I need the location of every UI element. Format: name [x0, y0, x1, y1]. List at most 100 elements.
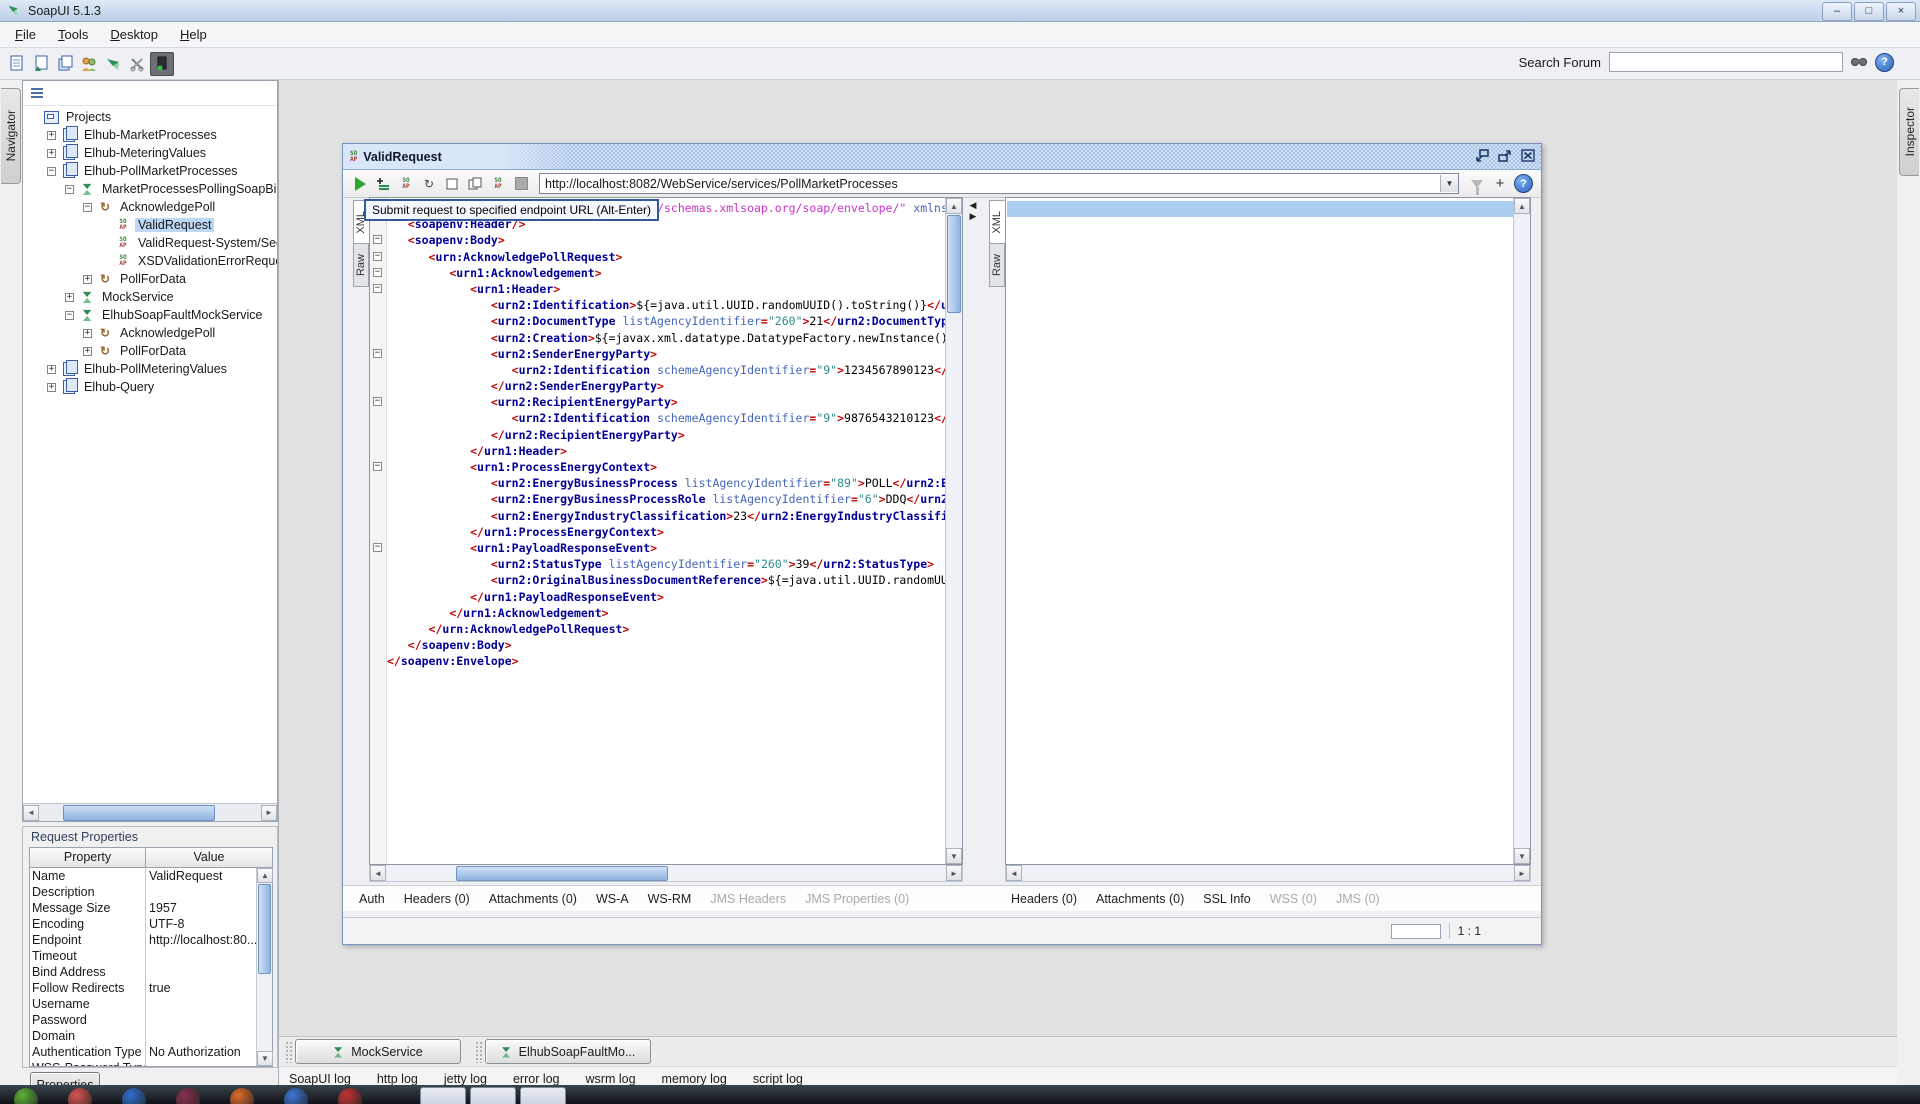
help-icon[interactable]: ?	[1875, 53, 1894, 72]
scroll-down-icon[interactable]: ▼	[946, 848, 962, 864]
taskbar-window-button[interactable]	[520, 1087, 566, 1104]
expand-icon[interactable]: +	[47, 131, 56, 140]
property-row[interactable]: Follow Redirectstrue	[30, 980, 257, 996]
import-project-icon[interactable]	[30, 53, 52, 75]
response-tab-headers-0-[interactable]: Headers (0)	[1011, 892, 1077, 906]
fold-collapse-icon[interactable]: −	[373, 462, 382, 471]
collapse-right-icon[interactable]: ▶	[970, 212, 977, 221]
close-button[interactable]: ×	[1886, 2, 1916, 21]
minimize-button[interactable]: –	[1822, 2, 1852, 21]
response-tab-attachments-0-[interactable]: Attachments (0)	[1096, 892, 1184, 906]
log-tab-wsrm-log[interactable]: wsrm log	[586, 1072, 636, 1086]
property-row[interactable]: Password	[30, 1012, 257, 1028]
property-row[interactable]: Username	[30, 996, 257, 1012]
taskbar-icon[interactable]	[68, 1088, 92, 1104]
tree-item-projects[interactable]: Projects	[23, 108, 277, 126]
response-xml-viewer[interactable]: ▲ ▼	[1005, 197, 1531, 865]
scroll-right-icon[interactable]: ►	[1514, 865, 1530, 881]
endpoint-url-combo[interactable]: http://localhost:8082/WebService/service…	[539, 173, 1459, 194]
expand-icon[interactable]: +	[83, 347, 92, 356]
log-tab-error-log[interactable]: error log	[513, 1072, 560, 1086]
tree-item-pollfordata[interactable]: +↻PollForData	[23, 270, 277, 288]
taskbar-icon[interactable]	[14, 1088, 38, 1104]
minimized-window-button[interactable]: MockService	[295, 1039, 461, 1064]
scroll-left-icon[interactable]: ◄	[23, 805, 39, 821]
search-binoculars-icon[interactable]	[1851, 55, 1867, 70]
inspector-side-tab[interactable]: Inspector	[1899, 88, 1919, 176]
request-help-icon[interactable]: ?	[1514, 174, 1533, 193]
endpoint-url-value[interactable]: http://localhost:8082/WebService/service…	[540, 177, 1440, 191]
tree-item-elhub-pollmarketprocesses[interactable]: −Elhub-PollMarketProcesses	[23, 162, 277, 180]
tree-options-icon[interactable]	[31, 86, 43, 100]
expand-icon[interactable]: +	[47, 365, 56, 374]
cancel-request-icon[interactable]	[512, 175, 530, 193]
taskbar-icon[interactable]	[284, 1088, 308, 1104]
soapui-website-icon[interactable]	[102, 53, 124, 75]
scroll-left-icon[interactable]: ◄	[370, 865, 386, 881]
tree-item-validrequest-system-securi[interactable]: SOAPValidRequest-System/Securi	[23, 234, 277, 252]
scroll-down-icon[interactable]: ▼	[257, 1051, 273, 1066]
taskbar-icon[interactable]	[176, 1088, 200, 1104]
log-tab-jetty-log[interactable]: jetty log	[444, 1072, 487, 1086]
menu-tools[interactable]: Tools	[47, 24, 99, 45]
tree-item-marketprocessespollingsoapbinding[interactable]: −MarketProcessesPollingSoapBinding	[23, 180, 277, 198]
request-tab-headers-0-[interactable]: Headers (0)	[404, 892, 470, 906]
fold-collapse-icon[interactable]: −	[373, 284, 382, 293]
tab-xml[interactable]: XML	[989, 200, 1005, 244]
scrollbar-thumb[interactable]	[63, 805, 215, 821]
taskbar-window-button[interactable]	[420, 1087, 466, 1104]
menu-help[interactable]: Help	[169, 24, 218, 45]
tree-item-acknowledgepoll[interactable]: −↻AcknowledgePoll	[23, 198, 277, 216]
scroll-up-icon[interactable]: ▲	[1514, 198, 1530, 214]
response-hscrollbar[interactable]: ◄ ►	[1005, 865, 1531, 882]
request-tab-ws-a[interactable]: WS-A	[596, 892, 629, 906]
expand-icon[interactable]: +	[47, 383, 56, 392]
request-vscrollbar[interactable]: ▲ ▼	[945, 198, 962, 864]
expand-icon[interactable]: +	[83, 275, 92, 284]
taskbar-icon[interactable]	[230, 1088, 254, 1104]
taskbar-icon[interactable]	[122, 1088, 146, 1104]
collapse-icon[interactable]: −	[47, 167, 56, 176]
property-row[interactable]: Endpointhttp://localhost:80...	[30, 932, 257, 948]
create-request-icon[interactable]: SOAP	[397, 175, 415, 193]
response-tab-ssl-info[interactable]: SSL Info	[1203, 892, 1251, 906]
log-tab-script-log[interactable]: script log	[753, 1072, 803, 1086]
window-restore-icon[interactable]	[1473, 148, 1490, 163]
tree-item-elhubsoapfaultmockservice[interactable]: −ElhubSoapFaultMockService	[23, 306, 277, 324]
fold-collapse-icon[interactable]: −	[373, 252, 382, 261]
tree-item-validrequest[interactable]: SOAPValidRequest	[23, 216, 277, 234]
property-row[interactable]: Message Size1957	[30, 900, 257, 916]
expand-icon[interactable]: +	[47, 149, 56, 158]
scrollbar-thumb[interactable]	[947, 215, 961, 313]
tree-item-xsdvalidationerrorrequest[interactable]: SOAPXSDValidationErrorRequest	[23, 252, 277, 270]
proxy-toggle-button[interactable]	[150, 52, 174, 76]
recreate-request-icon[interactable]: ↻	[420, 175, 438, 193]
minimized-window-button[interactable]: ElhubSoapFaultMo...	[485, 1039, 651, 1064]
window-maximize-icon[interactable]	[1496, 148, 1513, 163]
scroll-right-icon[interactable]: ►	[946, 865, 962, 881]
properties-vscrollbar[interactable]: ▲ ▼	[256, 868, 272, 1066]
property-row[interactable]: Timeout	[30, 948, 257, 964]
save-all-icon[interactable]	[54, 53, 76, 75]
property-row[interactable]: EncodingUTF-8	[30, 916, 257, 932]
tree-item-elhub-meteringvalues[interactable]: +Elhub-MeteringValues	[23, 144, 277, 162]
property-row[interactable]: NameValidRequest	[30, 868, 257, 884]
fold-collapse-icon[interactable]: −	[373, 235, 382, 244]
collapse-icon[interactable]: −	[65, 311, 74, 320]
tree-item-elhub-query[interactable]: +Elhub-Query	[23, 378, 277, 396]
navigator-side-tab[interactable]: Navigator	[1, 88, 21, 184]
tree-item-pollfordata[interactable]: +↻PollForData	[23, 342, 277, 360]
forum-icon[interactable]	[78, 53, 100, 75]
endpoint-dropdown-icon[interactable]: ▼	[1440, 175, 1458, 192]
log-tab-http-log[interactable]: http log	[377, 1072, 418, 1086]
fold-collapse-icon[interactable]: −	[373, 397, 382, 406]
collapse-icon[interactable]: −	[83, 203, 92, 212]
add-to-testcase-icon[interactable]	[374, 175, 392, 193]
scroll-right-icon[interactable]: ►	[261, 805, 277, 821]
fold-collapse-icon[interactable]: −	[373, 543, 382, 552]
fold-collapse-icon[interactable]: −	[373, 268, 382, 277]
tree-item-acknowledgepoll[interactable]: +↻AcknowledgePoll	[23, 324, 277, 342]
request-tab-auth[interactable]: Auth	[359, 892, 385, 906]
log-tab-soapui-log[interactable]: SoapUI log	[289, 1072, 351, 1086]
expand-icon[interactable]: +	[83, 329, 92, 338]
